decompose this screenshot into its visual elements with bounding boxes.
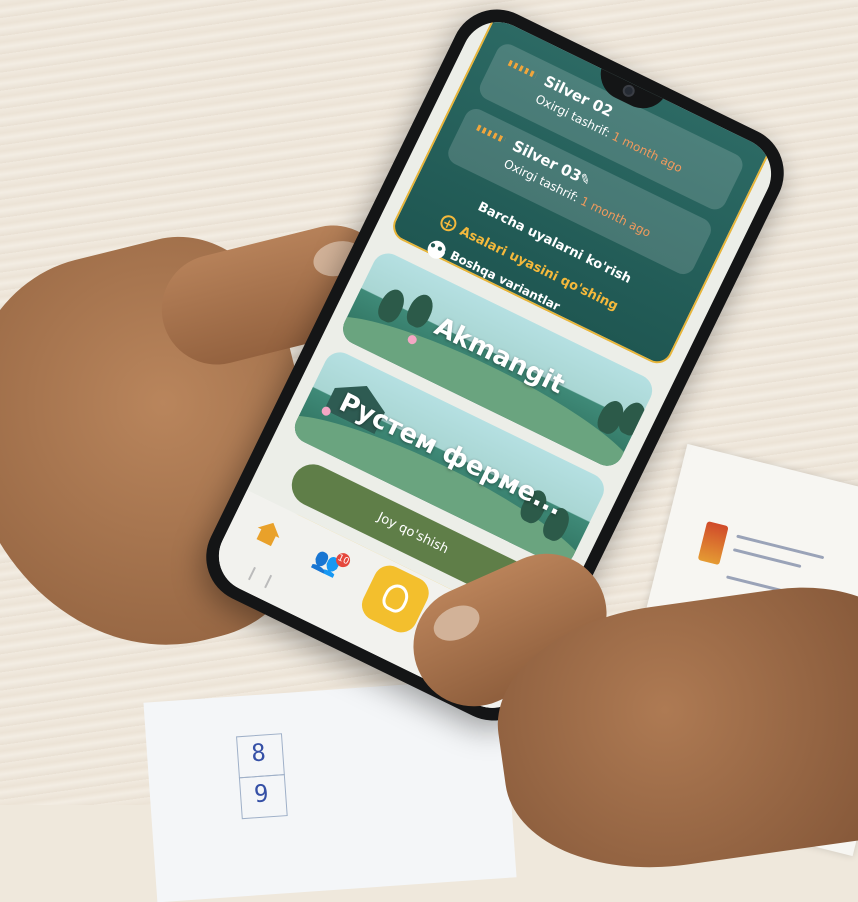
text-line	[736, 534, 825, 560]
handwritten-digit: 9	[253, 779, 270, 809]
battery-bars-icon	[476, 124, 506, 144]
hive-icon	[378, 580, 413, 616]
camera-lens-icon	[620, 82, 637, 99]
logo-stripe	[697, 521, 729, 566]
grid-sheet: 8 9	[143, 677, 517, 902]
more-dots-icon: •••	[424, 237, 454, 262]
home-icon[interactable]	[253, 518, 284, 548]
plus-icon: +	[437, 212, 460, 234]
battery-bars-icon	[507, 59, 538, 79]
recent-apps-icon[interactable]	[248, 566, 273, 589]
thumbnail	[428, 598, 486, 648]
visit-value: 1 month ago	[609, 129, 685, 176]
visit-value: 1 month ago	[578, 193, 654, 240]
handwritten-digit: 8	[250, 738, 267, 768]
